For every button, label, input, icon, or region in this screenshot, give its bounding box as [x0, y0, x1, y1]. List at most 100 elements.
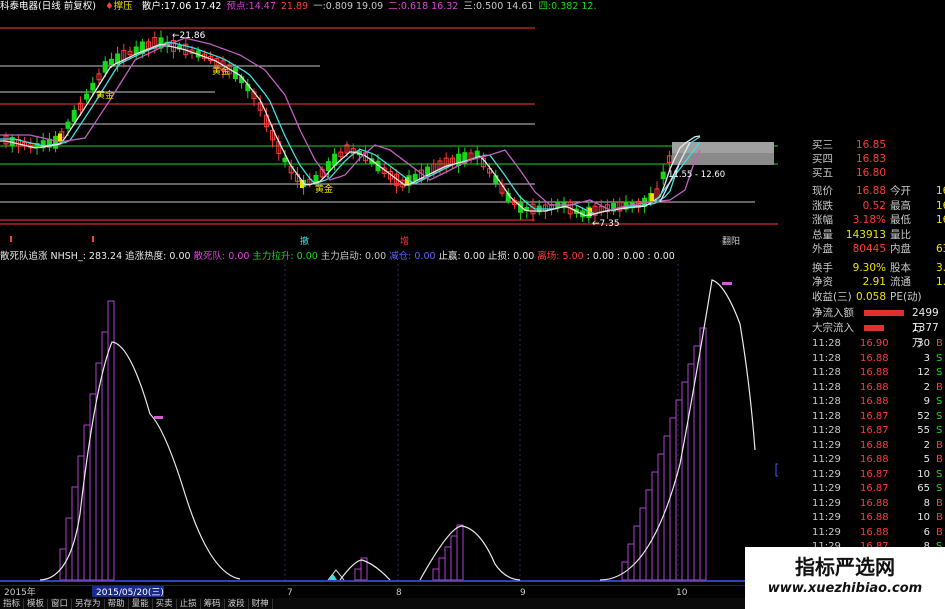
trade-direction: S — [936, 483, 943, 494]
stat-row-5: 换手 9.30% 股本 3.2 — [780, 261, 945, 276]
marker-dash-1 — [154, 416, 163, 419]
indicator-header: 散死队追涨 NHSH_: 283.24 追涨热度: 0.00 散死队: 0.00 主力拉… — [0, 250, 778, 264]
trade-time: 11:29 — [812, 497, 841, 509]
signal-text: 撑压 — [113, 1, 133, 12]
ask-label: 买三 — [812, 139, 833, 151]
candle-body — [412, 173, 418, 181]
indicator-field-5: 主力启动: 0.00 — [320, 251, 387, 262]
bottom-tab-5[interactable]: 量能 — [129, 599, 153, 609]
candle-body — [108, 58, 114, 65]
trade-row-2: 11:28 16.88 12 S — [812, 366, 942, 381]
indicator-field-9: 离场: 5.00 — [537, 251, 584, 262]
trade-row-10: 11:29 16.87 65 S — [812, 482, 942, 497]
trade-volume: 2 — [923, 439, 930, 451]
heat-curve-2 — [339, 559, 391, 581]
watermark-url: www.xuezhibiao.com — [767, 581, 923, 596]
indicator-chart[interactable]: 550.0500.0450.0400.0350.0300.0250.0200.0… — [0, 264, 778, 584]
trade-volume: 8 — [923, 497, 930, 509]
bottom-tab-7[interactable]: 止损 — [177, 599, 201, 609]
trade-time: 11:29 — [812, 468, 841, 480]
trade-volume: 12 — [917, 367, 930, 378]
stat-value-2: 63 — [936, 243, 945, 255]
bottom-tab-2[interactable]: 窗口 — [48, 599, 73, 609]
trade-volume: 65 — [917, 483, 930, 494]
stock-title[interactable]: 科泰电器(日线 前复权) — [0, 0, 96, 14]
rally-stairs-1-step — [107, 300, 115, 581]
header-value-4: 二:0.618 16.32 — [388, 1, 459, 12]
trade-volume: 55 — [917, 425, 930, 436]
stat-row-6: 净资 2.91 流通 1.5 — [780, 275, 945, 290]
trade-time: 11:28 — [812, 410, 841, 422]
date-label-2: 7 — [287, 588, 293, 597]
ask-row-2: 买五 16.80 — [780, 166, 945, 181]
date-axis: 2015年 2015/05/20(三) 7 8 9 10 — [0, 585, 778, 597]
stat-label-2: 最高 — [890, 199, 911, 212]
trade-time: 11:29 — [812, 483, 841, 494]
stat-value-2: 1.5 — [936, 276, 945, 288]
trade-row-11: 11:29 16.88 8 B — [812, 497, 943, 512]
stat-row-0: 现价 16.88 今开 16 — [780, 184, 945, 199]
event-marker-1: 增 — [400, 235, 409, 246]
bottom-tab-8[interactable]: 筹码 — [201, 599, 225, 609]
trade-volume: 10 — [917, 468, 930, 480]
ask-label: 买四 — [812, 153, 833, 165]
trade-direction: B — [936, 381, 943, 393]
trade-price: 16.87 — [860, 425, 889, 436]
doji-candle-0 — [58, 133, 62, 142]
stat-value-2: 16 — [936, 199, 945, 212]
stat-value: 80445 — [852, 243, 886, 255]
trade-price: 16.87 — [860, 468, 889, 480]
trade-time: 11:29 — [812, 454, 841, 465]
header-value-6: 四:0.382 12. — [538, 1, 597, 12]
signal-label: ♦撑压 — [105, 0, 133, 14]
stat-label-2: 量比 — [890, 228, 911, 241]
trade-row-1: 11:28 16.88 3 S — [812, 352, 942, 367]
candle-body — [90, 82, 96, 91]
trade-direction: S — [936, 425, 943, 436]
high-price-label: ←21.86 — [172, 31, 206, 41]
quote-panel: 买三 16.85 买四 16.83 买五 16.80 现价 16.88 今开 16 涨跌 0.52 最高… — [780, 134, 945, 609]
kline-chart[interactable]: ←21.86←7.3511.55 - 12.60黄金黄金黄金13.2511.93… — [0, 14, 778, 246]
trade-price: 16.88 — [860, 367, 889, 378]
rally-stairs-2-step — [354, 568, 362, 581]
indicator-field-6: 减仓: 0.00 — [389, 251, 436, 262]
stat-label: 外盘 — [812, 243, 833, 255]
trade-volume: 10 — [917, 512, 930, 523]
watermark: 指标严选网 www.xuezhibiao.com — [745, 547, 945, 609]
trade-direction: S — [936, 410, 943, 422]
trade-row-3: 11:28 16.88 2 B — [812, 381, 943, 396]
bottom-tab-0[interactable]: 指标 — [0, 599, 25, 609]
trade-price: 16.87 — [860, 483, 889, 494]
trade-row-5: 11:28 16.87 52 S — [812, 410, 942, 425]
trade-price: 16.88 — [860, 526, 889, 538]
candle-body — [102, 61, 108, 73]
stat-row-2: 涨幅 3.18% 最低 16 — [780, 213, 945, 228]
flow-row-0: 净流入额 2499万 — [780, 306, 945, 334]
trade-row-13: 11:29 16.88 6 B — [812, 526, 943, 541]
cursor-value-box — [775, 463, 778, 477]
trade-row-8: 11:29 16.88 5 B — [812, 453, 943, 468]
trade-direction: S — [936, 468, 943, 480]
bottom-tab-10[interactable]: 财神 — [249, 599, 273, 609]
doji-candle-4 — [650, 193, 654, 202]
date-label-4: 9 — [520, 588, 526, 597]
bottom-tab-1[interactable]: 模板 — [24, 599, 49, 609]
trade-direction: B — [936, 338, 943, 349]
rally-stairs-4-step — [645, 489, 653, 581]
heat-curve-1 — [39, 341, 241, 581]
indicator-field-4: 主力拉升: 0.00 — [252, 251, 318, 262]
date-label-0: 2015年 — [4, 586, 36, 597]
trade-time: 11:29 — [812, 512, 841, 523]
bottom-tab-4[interactable]: 帮助 — [105, 599, 129, 609]
stat-label-2: 最低 — [890, 214, 911, 226]
trade-row-0: 11:28 16.90 30 B — [812, 337, 943, 352]
stat-label-2: 内盘 — [890, 243, 911, 255]
bottom-tab-6[interactable]: 买卖 — [153, 599, 177, 609]
bottom-tab-9[interactable]: 波段 — [225, 599, 249, 609]
ask-row-1: 买四 16.83 — [780, 152, 945, 167]
rally-stairs-1-step — [95, 362, 103, 581]
low-price-label: ←7.35 — [592, 219, 620, 229]
trade-time: 11:28 — [812, 367, 841, 378]
date-label-5: 10 — [676, 588, 688, 597]
bottom-tab-3[interactable]: 另存为 — [72, 599, 105, 609]
